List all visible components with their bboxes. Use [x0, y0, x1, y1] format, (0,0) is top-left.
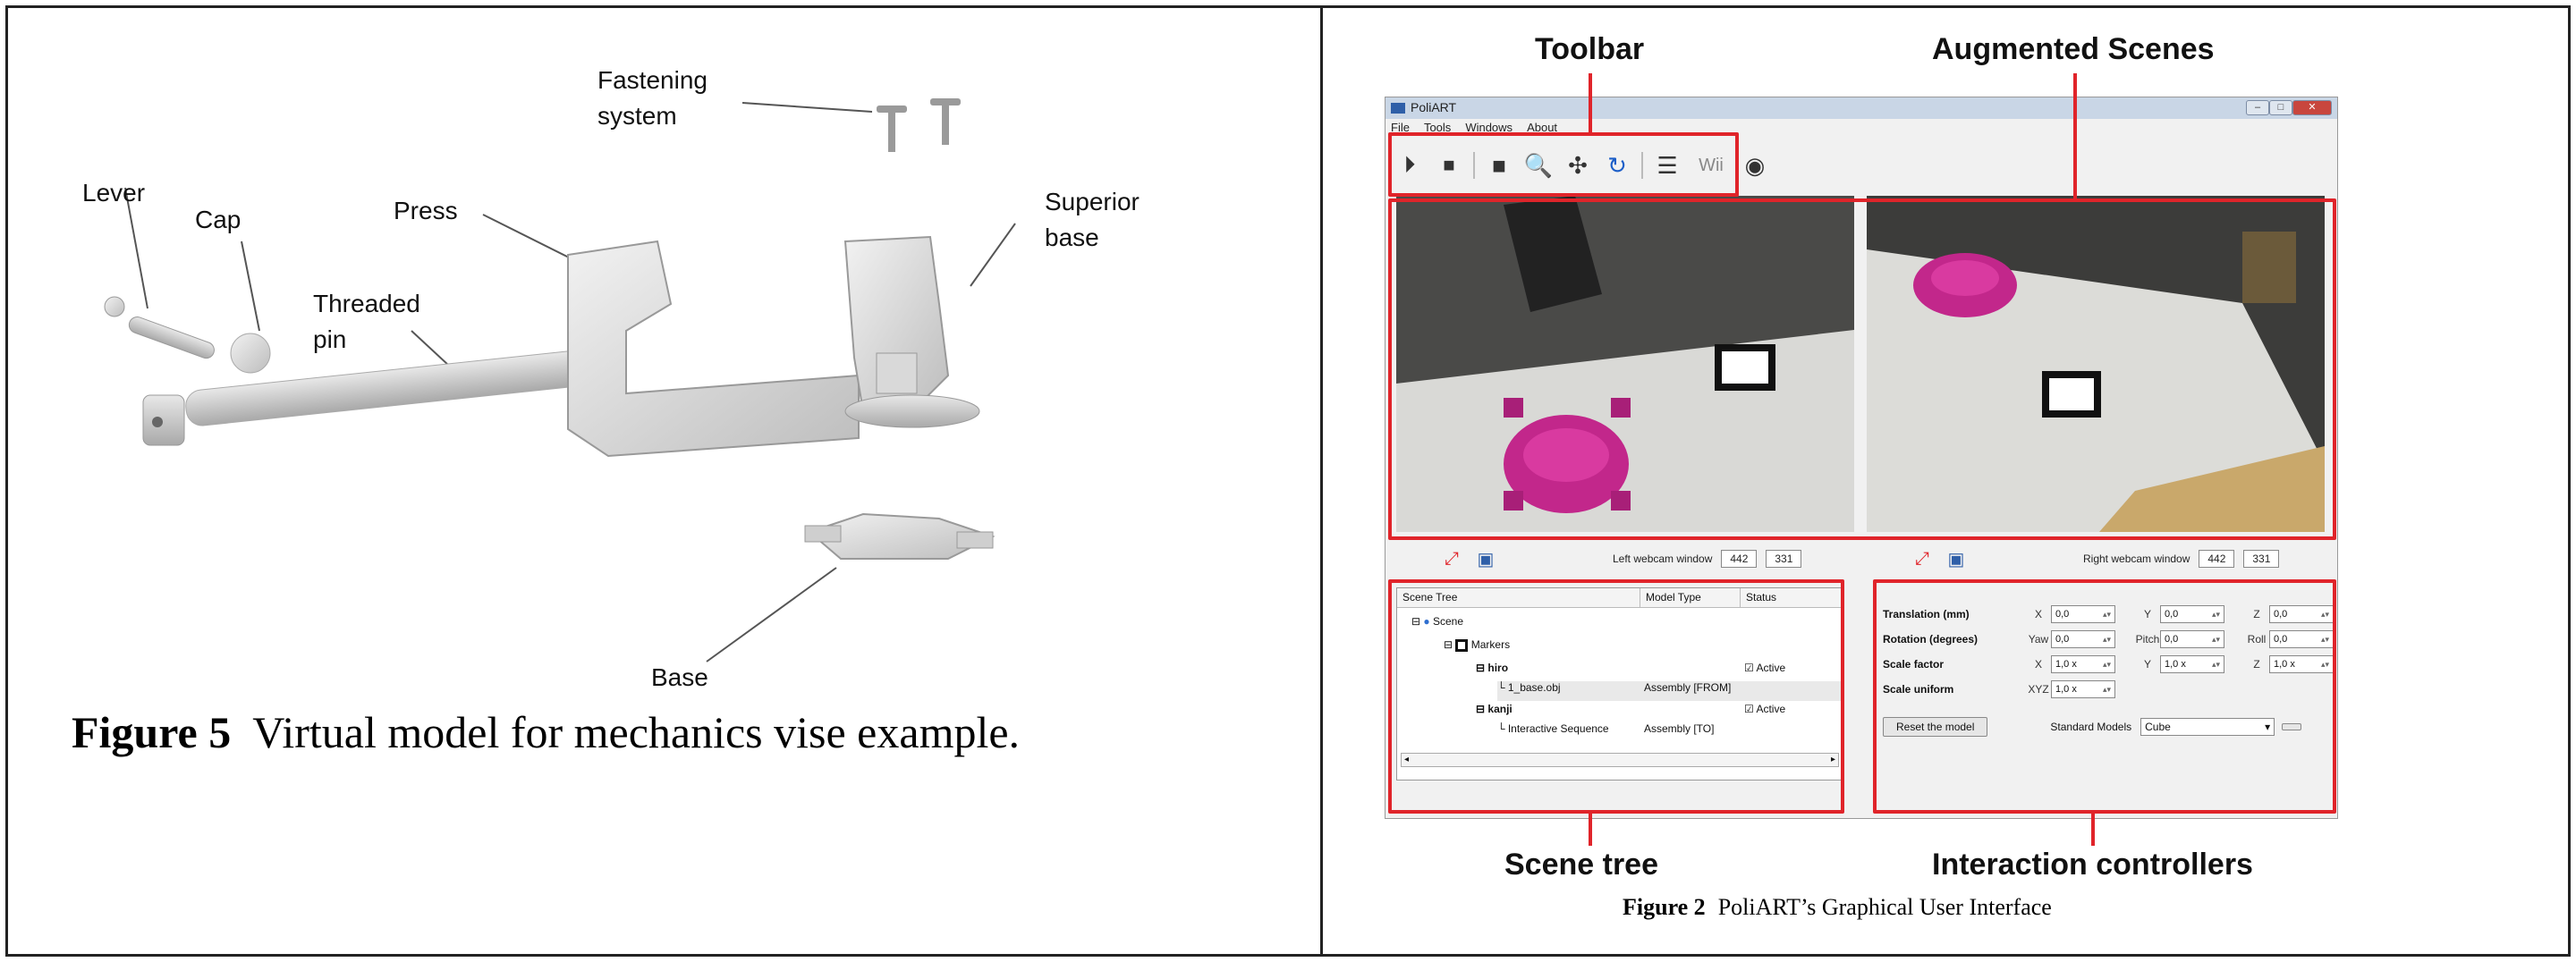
fullscreen-icon[interactable]: ⤢ — [1439, 548, 1464, 570]
maximize-button[interactable]: □ — [2269, 100, 2292, 115]
figure2-text: PoliART’s Graphical User Interface — [1717, 894, 2052, 920]
annotation-scene-tree: Scene tree — [1504, 848, 1658, 882]
augmented-scenes-highlight — [1388, 198, 2336, 540]
callout-base: Base — [651, 663, 708, 691]
window-title: PoliART — [1411, 100, 1457, 114]
callout-fastening-system: Fastening system — [597, 66, 708, 130]
vise-exploded-illustration — [104, 98, 1016, 662]
figure5-text: Virtual model for mechanics vise example… — [252, 707, 1021, 757]
minimize-button[interactable]: – — [2246, 100, 2269, 115]
close-button[interactable]: ✕ — [2292, 100, 2332, 115]
callout-cap: Cap — [195, 206, 242, 233]
annotation-interaction-controllers: Interaction controllers — [1932, 848, 2253, 882]
right-webcam-width[interactable]: 442 — [2199, 550, 2235, 568]
left-webcam-height[interactable]: 331 — [1766, 550, 1802, 568]
scene-tree-connector — [1589, 814, 1592, 846]
right-webcam-controls: ⤢ ▣ Right webcam window 442 331 — [1910, 548, 2280, 570]
figure2-label: Figure 2 — [1623, 894, 1706, 920]
annotation-augmented-scenes: Augmented Scenes — [1932, 32, 2215, 66]
scene-tree-highlight — [1388, 579, 1844, 814]
app-icon — [1391, 103, 1405, 114]
callout-lever: Lever — [82, 179, 146, 207]
interaction-controllers-connector — [2091, 814, 2095, 846]
toolbar-highlight — [1388, 132, 1739, 197]
title-bar: PoliART – □ ✕ — [1385, 97, 2337, 119]
figure5-label: Figure 5 — [72, 707, 232, 757]
annotation-toolbar: Toolbar — [1535, 32, 1645, 66]
webcam-icon[interactable]: ◉ — [1740, 150, 1770, 181]
right-webcam-height[interactable]: 331 — [2243, 550, 2280, 568]
augmented-scenes-connector — [2073, 73, 2077, 198]
screenshot-icon[interactable]: ▣ — [1944, 548, 1969, 570]
toolbar-connector — [1589, 73, 1592, 132]
panel-divider — [1320, 5, 1323, 957]
right-webcam-label: Right webcam window — [2083, 553, 2190, 565]
figure5-caption: Figure 5 Virtual model for mechanics vise… — [72, 706, 1020, 758]
figure2-caption: Figure 2 PoliART’s Graphical User Interfa… — [1623, 894, 2052, 921]
fullscreen-icon[interactable]: ⤢ — [1910, 548, 1935, 570]
callout-superior-base: Superior base — [1045, 188, 1140, 251]
screenshot-icon[interactable]: ▣ — [1473, 548, 1498, 570]
interaction-controllers-highlight — [1873, 579, 2336, 814]
callout-press: Press — [394, 197, 458, 224]
left-webcam-width[interactable]: 442 — [1721, 550, 1758, 568]
left-webcam-controls: ⤢ ▣ Left webcam window 442 331 — [1439, 548, 1802, 570]
callout-threaded-pin: Threaded pin — [313, 290, 420, 353]
left-webcam-label: Left webcam window — [1613, 553, 1713, 565]
